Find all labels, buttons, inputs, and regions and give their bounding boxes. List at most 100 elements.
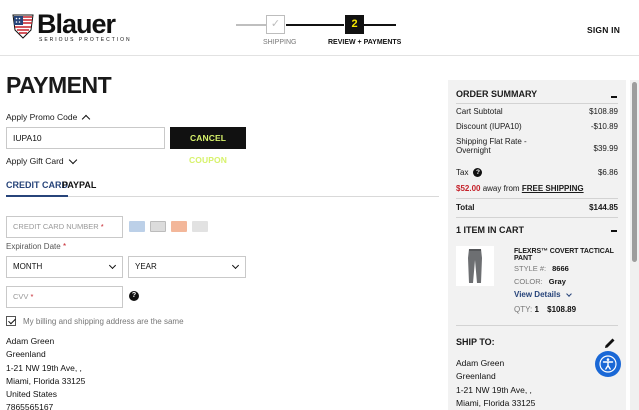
- page-title: PAYMENT: [6, 72, 112, 98]
- cvv-help-icon[interactable]: ?: [129, 291, 139, 301]
- gift-toggle-label: Apply Gift Card: [6, 156, 64, 166]
- product-name[interactable]: FLEXRS™ COVERT TACTICAL PANT: [514, 248, 626, 262]
- style-label: STYLE #:: [514, 264, 547, 273]
- summary-row-discount: Discount (IUPA10) -$10.89: [456, 122, 618, 131]
- billing-same-checkbox-row[interactable]: My billing and shipping address are the …: [6, 316, 184, 326]
- subtotal-value: $108.89: [589, 107, 618, 116]
- color-label: COLOR:: [514, 277, 543, 286]
- free-shipping-text: away from: [480, 184, 522, 193]
- chevron-up-icon: [82, 114, 91, 123]
- billing-address: Adam Green Greenland 1-21 NW 19th Ave, ,…: [6, 335, 85, 410]
- accepted-cards: [129, 221, 208, 232]
- promo-code-toggle[interactable]: Apply Promo Code: [6, 112, 91, 123]
- chevron-down-icon: [231, 261, 240, 270]
- address-line: Greenland: [6, 349, 46, 360]
- product-color: COLOR: Gray: [514, 277, 566, 286]
- required-mark: *: [100, 222, 104, 231]
- checkout-progress: ✓ 2 SHIPPING REVIEW + PAYMENTS: [236, 15, 401, 51]
- discover-card-icon: [192, 221, 208, 232]
- logo-tagline: SERIOUS PROTECTION: [39, 37, 132, 43]
- expiration-month-select[interactable]: MONTH: [6, 256, 123, 278]
- month-select-value: MONTH: [13, 262, 43, 271]
- progress-line: [286, 24, 344, 26]
- free-shipping-message: $52.00 away from FREE SHIPPING: [456, 184, 584, 193]
- billing-same-checkbox[interactable]: [6, 316, 16, 326]
- divider: [456, 198, 618, 199]
- qty-label: QTY:: [514, 305, 533, 314]
- tax-value: $6.86: [597, 168, 618, 177]
- accessibility-icon: [599, 355, 617, 373]
- divider: [456, 325, 618, 326]
- sign-in-link[interactable]: SIGN IN: [587, 25, 620, 35]
- product-thumbnail[interactable]: [456, 246, 494, 286]
- step-review-label: REVIEW + PAYMENTS: [328, 39, 402, 46]
- scrollbar[interactable]: [630, 80, 639, 410]
- amex-card-icon: [150, 221, 166, 232]
- subtotal-label: Cart Subtotal: [456, 107, 503, 116]
- expiration-label-text: Expiration Date: [6, 242, 61, 251]
- shipping-label: Shipping Flat Rate - Overnight: [456, 137, 527, 155]
- shipping-label-line1: Shipping Flat Rate -: [456, 137, 527, 146]
- tab-credit-card[interactable]: CREDIT CARD: [6, 180, 68, 197]
- progress-line: [364, 24, 396, 26]
- address-line: 7865565167: [6, 402, 54, 410]
- mastercard-icon: [171, 221, 187, 232]
- free-shipping-amount: $52.00: [456, 184, 481, 193]
- product-style: STYLE #: 8666: [514, 264, 569, 273]
- cancel-coupon-button[interactable]: CANCEL COUPON: [170, 127, 246, 165]
- view-details-label: View Details: [514, 290, 561, 299]
- address-line: 1-21 NW 19th Ave, ,: [456, 384, 532, 395]
- view-details-toggle[interactable]: View Details: [514, 290, 572, 299]
- divider: [456, 217, 618, 218]
- items-in-cart-title: 1 ITEM IN CART: [456, 225, 525, 235]
- pencil-edit-icon[interactable]: [604, 337, 616, 349]
- step-shipping-label[interactable]: SHIPPING: [263, 39, 296, 46]
- credit-card-number-field[interactable]: CREDIT CARD NUMBER *: [6, 216, 123, 238]
- chevron-down-icon: [108, 261, 117, 270]
- product-qty-price: QTY: 1 $108.89: [514, 305, 576, 314]
- step-review-number: 2: [345, 15, 364, 34]
- summary-row-subtotal: Cart Subtotal $108.89: [456, 107, 618, 116]
- address-line: Miami, Florida 33125: [6, 375, 86, 386]
- ship-to-address: Adam Green Greenland 1-21 NW 19th Ave, ,…: [456, 357, 535, 410]
- promo-code-input[interactable]: [6, 127, 165, 149]
- card-number-placeholder: CREDIT CARD NUMBER: [13, 222, 99, 231]
- expiration-year-select[interactable]: YEAR: [128, 256, 246, 278]
- address-line: United States: [6, 389, 58, 400]
- accessibility-button[interactable]: [595, 351, 621, 377]
- address-line: 1-21 NW 19th Ave, ,: [6, 362, 82, 373]
- shipping-value: $39.99: [593, 144, 618, 153]
- gift-card-toggle[interactable]: Apply Gift Card: [6, 155, 77, 166]
- collapse-minus-icon[interactable]: [611, 230, 617, 232]
- ship-to-title: SHIP TO:: [456, 337, 495, 347]
- blauer-logo[interactable]: Blauer SERIOUS PROTECTION: [11, 9, 132, 43]
- cvv-placeholder: CVV: [13, 292, 29, 301]
- address-line: Adam Green: [456, 358, 505, 368]
- flag-shield-icon: [12, 14, 34, 39]
- discount-value: -$10.89: [590, 122, 618, 131]
- site-header: Blauer SERIOUS PROTECTION ✓ 2 SHIPPING R…: [0, 0, 639, 56]
- chevron-down-icon: [565, 290, 572, 297]
- summary-row-total: Total $144.85: [456, 203, 618, 212]
- cvv-field[interactable]: CVV *: [6, 286, 123, 308]
- summary-row-tax: Tax ? $6.86: [456, 168, 618, 177]
- free-shipping-link[interactable]: FREE SHIPPING: [522, 184, 584, 193]
- tax-help-icon[interactable]: ?: [473, 168, 483, 177]
- step-shipping-check-icon[interactable]: ✓: [266, 15, 285, 34]
- year-select-value: YEAR: [135, 262, 157, 271]
- address-line: Adam Green: [6, 336, 55, 346]
- tax-label: Tax: [456, 168, 469, 177]
- total-value: $144.85: [589, 203, 618, 212]
- scrollbar-thumb[interactable]: [632, 82, 637, 262]
- expiration-date-label: Expiration Date *: [6, 242, 66, 251]
- collapse-minus-icon[interactable]: [611, 96, 617, 98]
- order-summary-title: ORDER SUMMARY: [456, 89, 538, 99]
- color-value: Gray: [548, 277, 566, 286]
- tax-label-group: Tax ?: [456, 168, 483, 177]
- product-price: $108.89: [547, 305, 577, 314]
- qty-value: 1: [534, 305, 539, 314]
- divider: [456, 103, 618, 104]
- logo-wordmark: Blauer: [37, 9, 116, 39]
- address-line: Greenland: [456, 371, 496, 382]
- tab-paypal[interactable]: PAYPAL: [62, 180, 96, 190]
